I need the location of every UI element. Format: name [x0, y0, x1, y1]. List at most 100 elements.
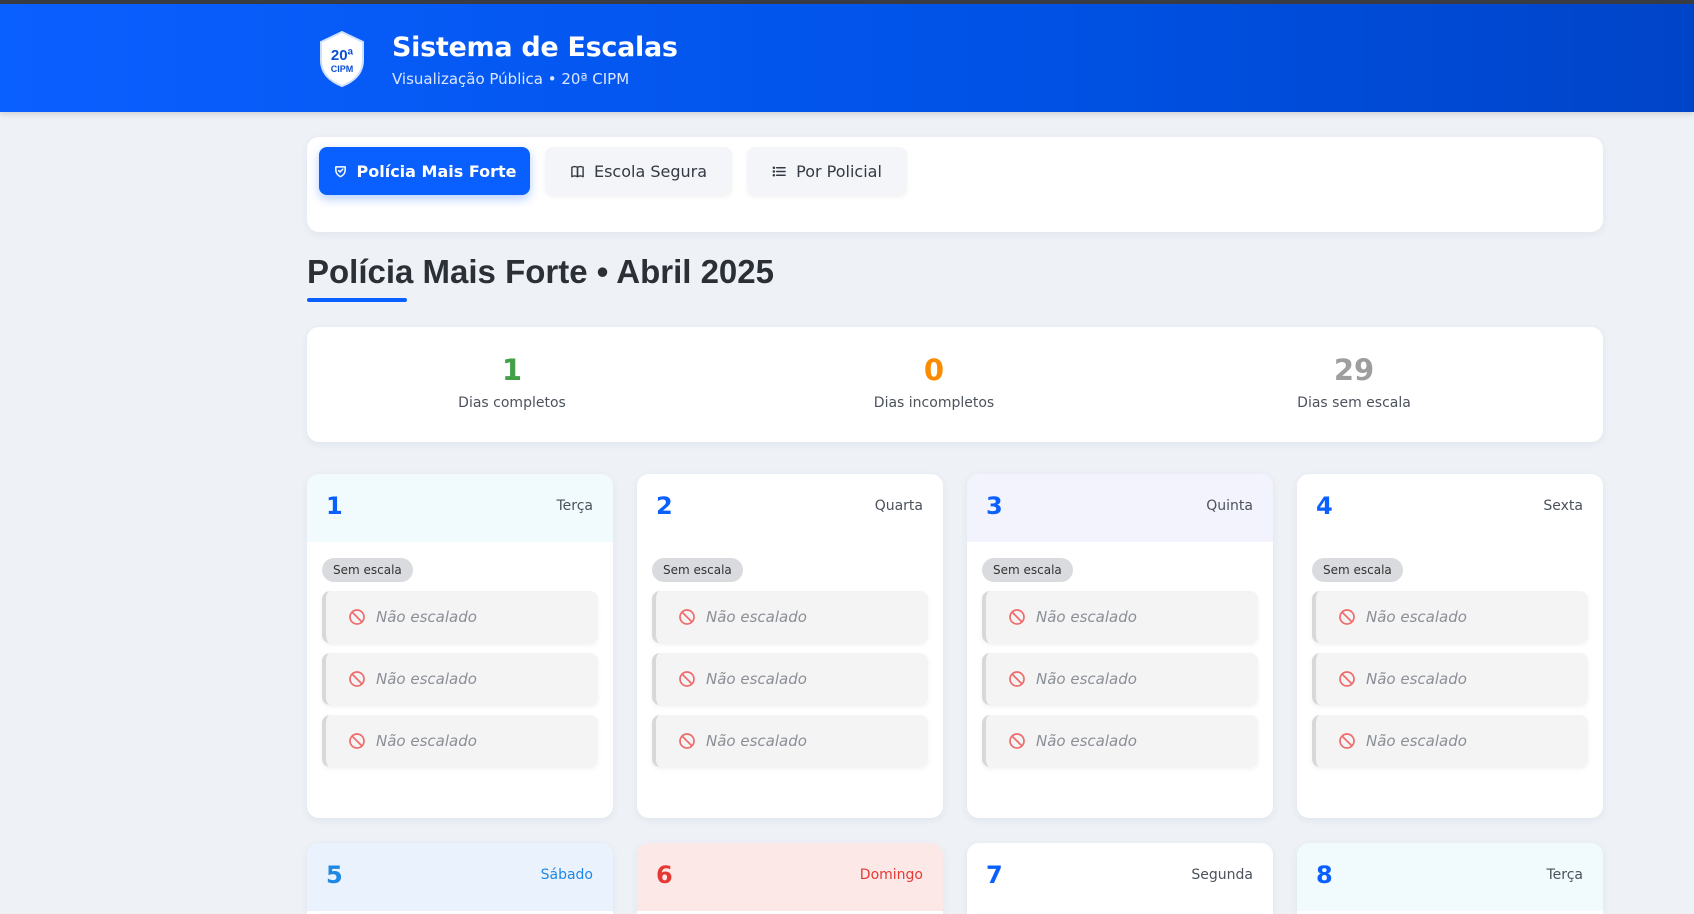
- day-number: 2: [656, 492, 673, 520]
- day-card-6[interactable]: 6 Domingo: [637, 843, 943, 914]
- slot-item: Não escalado: [322, 715, 598, 767]
- stat-label: Dias sem escala: [1297, 395, 1411, 411]
- day-card-header: 2 Quarta: [637, 474, 943, 542]
- slot-text: Não escalado: [376, 670, 477, 688]
- stat-value: 29: [1333, 353, 1375, 387]
- day-card-2[interactable]: 2 Quarta Sem escala Não escalado Não esc…: [637, 474, 943, 818]
- slot-text: Não escalado: [1366, 732, 1467, 750]
- shield-logo-icon: 20ª CIPM: [320, 30, 364, 88]
- slot-item: Não escalado: [652, 715, 928, 767]
- day-number: 4: [1316, 492, 1333, 520]
- slot-item: Não escalado: [1312, 653, 1588, 705]
- tabs-card: Polícia Mais Forte Escola Segura Por Pol…: [307, 137, 1603, 232]
- book-icon: [571, 165, 584, 177]
- slot-item: Não escalado: [982, 715, 1258, 767]
- prohibited-icon: [349, 671, 365, 687]
- app-title: Sistema de Escalas: [392, 32, 678, 63]
- day-card-3[interactable]: 3 Quinta Sem escala Não escalado Não esc…: [967, 474, 1273, 818]
- day-weekday: Quinta: [1206, 498, 1253, 514]
- prohibited-icon: [1009, 671, 1025, 687]
- day-card-header: 6 Domingo: [637, 843, 943, 911]
- prohibited-icon: [349, 733, 365, 749]
- badge-icon: [334, 165, 346, 177]
- day-card-7[interactable]: 7 Segunda: [967, 843, 1273, 914]
- stat-dias-completos: 1 Dias completos: [382, 353, 642, 411]
- tab-label: Polícia Mais Forte: [356, 161, 517, 181]
- slot-text: Não escalado: [706, 732, 807, 750]
- day-number: 8: [1316, 861, 1333, 889]
- stat-dias-incompletos: 0 Dias incompletos: [804, 353, 1064, 411]
- slot-text: Não escalado: [1036, 670, 1137, 688]
- prohibited-icon: [679, 609, 695, 625]
- prohibited-icon: [1009, 733, 1025, 749]
- slot-item: Não escalado: [322, 591, 598, 643]
- stat-label: Dias completos: [458, 395, 566, 411]
- slot-item: Não escalado: [1312, 591, 1588, 643]
- tab-por-policial[interactable]: Por Policial: [747, 147, 907, 195]
- slot-item: Não escalado: [652, 653, 928, 705]
- status-badge: Sem escala: [322, 558, 413, 582]
- status-badge: Sem escala: [1312, 558, 1403, 582]
- prohibited-icon: [349, 609, 365, 625]
- day-number: 7: [986, 861, 1003, 889]
- day-card-header: 1 Terça: [307, 474, 613, 542]
- status-badge: Sem escala: [982, 558, 1073, 582]
- slot-item: Não escalado: [652, 591, 928, 643]
- prohibited-icon: [679, 733, 695, 749]
- list-icon: [772, 165, 786, 177]
- stat-dias-sem-escala: 29 Dias sem escala: [1224, 353, 1484, 411]
- day-card-header: 7 Segunda: [967, 843, 1273, 911]
- stats-summary: 1 Dias completos 0 Dias incompletos 29 D…: [307, 327, 1603, 442]
- day-number: 6: [656, 861, 673, 889]
- prohibited-icon: [1339, 671, 1355, 687]
- day-weekday: Segunda: [1191, 867, 1253, 883]
- day-weekday: Quarta: [874, 498, 923, 514]
- slot-text: Não escalado: [706, 608, 807, 626]
- day-weekday: Sábado: [540, 867, 593, 883]
- slot-item: Não escalado: [322, 653, 598, 705]
- prohibited-icon: [1009, 609, 1025, 625]
- stat-value: 0: [923, 353, 945, 387]
- day-card-header: 8 Terça: [1297, 843, 1603, 911]
- day-weekday: Terça: [556, 498, 593, 514]
- slot-text: Não escalado: [376, 732, 477, 750]
- day-card-header: 5 Sábado: [307, 843, 613, 911]
- slot-item: Não escalado: [1312, 715, 1588, 767]
- slot-text: Não escalado: [1366, 670, 1467, 688]
- slot-text: Não escalado: [1366, 608, 1467, 626]
- slot-item: Não escalado: [982, 653, 1258, 705]
- tab-policia-mais-forte[interactable]: Polícia Mais Forte: [319, 147, 530, 195]
- app-header: 20ª CIPM Sistema de Escalas Visualização…: [0, 4, 1694, 112]
- day-card-header: 4 Sexta: [1297, 474, 1603, 542]
- tab-escola-segura[interactable]: Escola Segura: [545, 147, 732, 195]
- stat-label: Dias incompletos: [873, 395, 995, 411]
- day-weekday: Sexta: [1543, 498, 1583, 514]
- title-underline: [307, 298, 407, 302]
- day-card-header: 3 Quinta: [967, 474, 1273, 542]
- slot-text: Não escalado: [376, 608, 477, 626]
- slot-text: Não escalado: [706, 670, 807, 688]
- slot-text: Não escalado: [1036, 608, 1137, 626]
- prohibited-icon: [679, 671, 695, 687]
- prohibited-icon: [1339, 733, 1355, 749]
- day-weekday: Terça: [1546, 867, 1583, 883]
- app-subtitle: Visualização Pública • 20ª CIPM: [392, 70, 630, 88]
- day-weekday: Domingo: [859, 867, 923, 883]
- day-card-4[interactable]: 4 Sexta Sem escala Não escalado Não esca…: [1297, 474, 1603, 818]
- day-card-8[interactable]: 8 Terça: [1297, 843, 1603, 914]
- tab-label: Escola Segura: [593, 161, 708, 181]
- day-number: 3: [986, 492, 1003, 520]
- prohibited-icon: [1339, 609, 1355, 625]
- status-badge: Sem escala: [652, 558, 743, 582]
- day-number: 5: [326, 861, 343, 889]
- tab-label: Por Policial: [796, 161, 882, 181]
- page-title: Polícia Mais Forte • Abril 2025: [307, 253, 774, 290]
- day-number: 1: [326, 492, 343, 520]
- slot-text: Não escalado: [1036, 732, 1137, 750]
- day-card-5[interactable]: 5 Sábado: [307, 843, 613, 914]
- logo-badge-unit: CIPM: [331, 64, 354, 74]
- stat-value: 1: [501, 353, 523, 387]
- day-card-1[interactable]: 1 Terça Sem escala Não escalado Não esca…: [307, 474, 613, 818]
- slot-item: Não escalado: [982, 591, 1258, 643]
- logo-badge-number: 20ª: [331, 47, 354, 64]
